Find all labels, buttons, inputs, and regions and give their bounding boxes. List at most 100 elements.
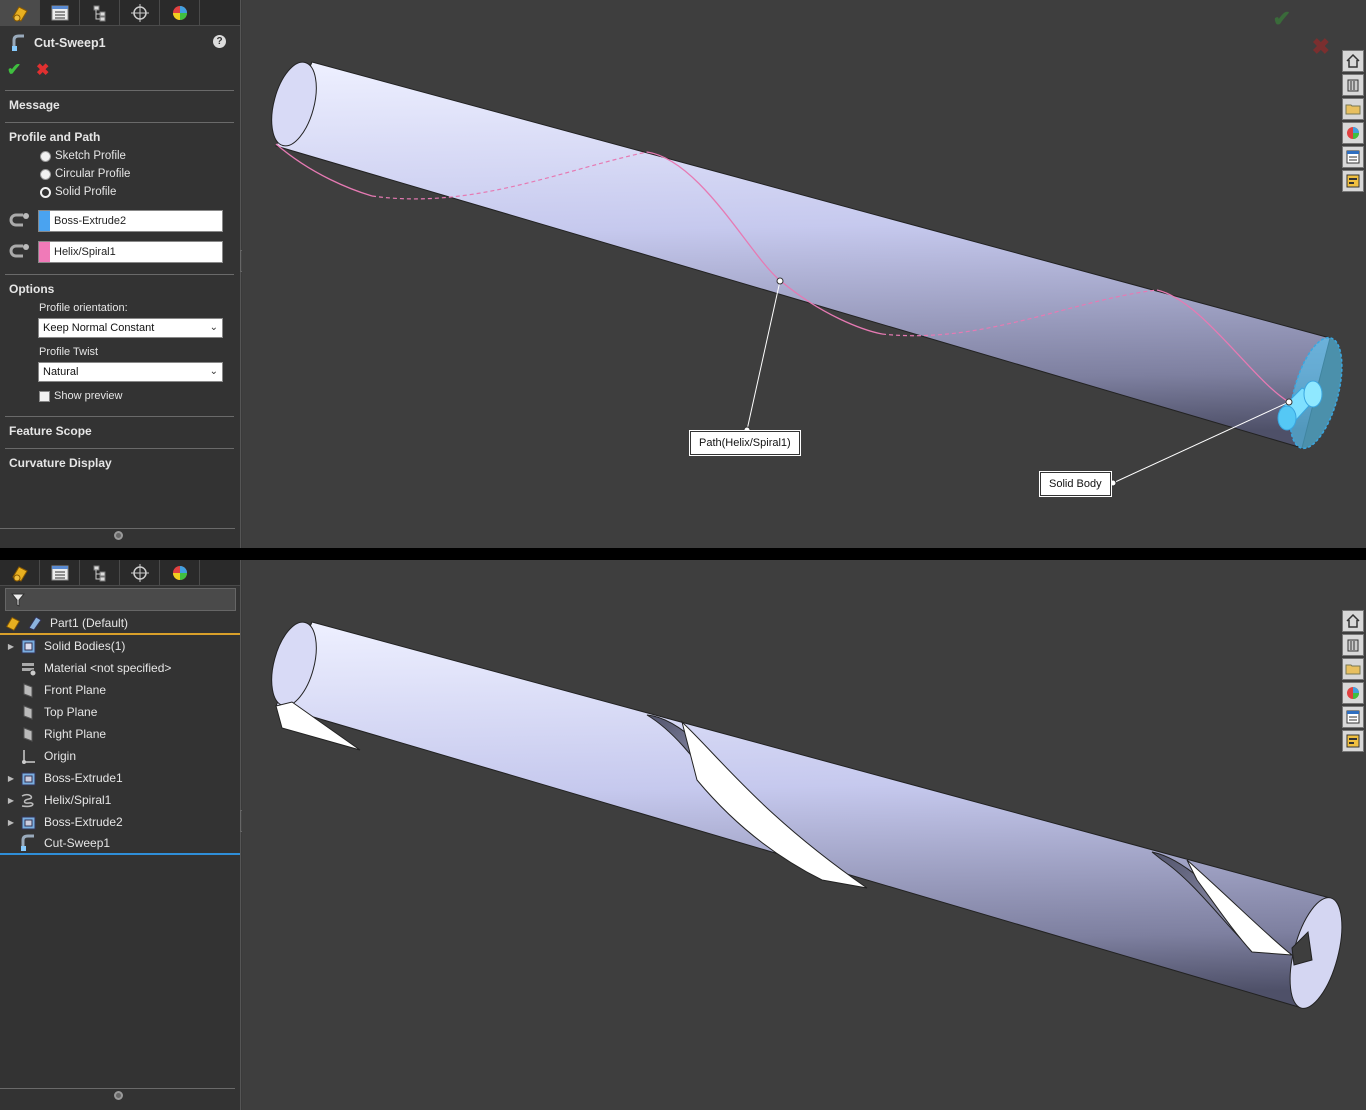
radio-button[interactable] (40, 168, 51, 180)
graphics-viewport-bottom[interactable] (242, 560, 1366, 1110)
tab-property-manager[interactable] (40, 560, 80, 586)
callout-path[interactable]: Path(Helix/Spiral1) (689, 430, 801, 456)
show-preview-option[interactable]: Show preview (39, 390, 122, 402)
solidworks-forum-button[interactable] (1342, 730, 1364, 752)
expand-arrow-icon[interactable]: ▶ (4, 796, 18, 805)
appearances-button[interactable] (1342, 122, 1364, 144)
profile-twist-dropdown[interactable]: Natural ⌄ (38, 362, 223, 382)
tree-root-part[interactable]: Part1 (Default) (0, 613, 240, 635)
configuration-manager-icon (93, 565, 105, 582)
forum-icon (1346, 734, 1360, 748)
callout-anchor (1109, 479, 1117, 487)
file-explorer-button[interactable] (1342, 98, 1364, 120)
tab-dimxpert-manager[interactable] (120, 0, 160, 26)
cancel-button[interactable]: ✖ (36, 60, 49, 80)
tab-feature-manager[interactable] (0, 0, 40, 26)
expand-arrow-icon[interactable]: ▶ (4, 642, 18, 651)
callout-solid-body[interactable]: Solid Body (1039, 471, 1112, 497)
tree-item-label: Right Plane (44, 727, 107, 741)
pm-title-text: Cut-Sweep1 (34, 36, 106, 50)
path-selection-box[interactable]: Helix/Spiral1 (38, 241, 223, 263)
tree-item-label: Origin (44, 749, 77, 763)
radio-circular-profile[interactable]: Circular Profile (40, 168, 130, 180)
tree-item-label: Solid Bodies(1) (44, 639, 126, 653)
tree-item[interactable]: Right Plane (0, 723, 240, 745)
origin-icon (18, 747, 38, 765)
tab-display-manager[interactable] (160, 560, 200, 586)
tree-item[interactable]: Front Plane (0, 679, 240, 701)
tab-configuration-manager[interactable] (80, 0, 120, 26)
expand-arrow-icon[interactable]: ▶ (4, 774, 18, 783)
path-selection-icon (9, 244, 29, 258)
solid-bodies-icon (18, 637, 38, 655)
custom-properties-button[interactable] (1342, 706, 1364, 728)
radio-button[interactable] (40, 150, 51, 162)
show-preview-checkbox[interactable] (39, 390, 50, 402)
sweep-preview-scene (264, 57, 1343, 487)
file-explorer-button[interactable] (1342, 658, 1364, 680)
task-pane-toolbar (1342, 50, 1364, 192)
section-feature-scope[interactable]: Feature Scope (9, 424, 92, 438)
cylinder-body[interactable] (264, 617, 1331, 1009)
profile-orientation-value: Keep Normal Constant (43, 322, 155, 334)
tree-item[interactable]: ▶ Boss-Extrude1 (0, 767, 240, 789)
profile-color-swatch (39, 211, 50, 231)
tab-display-manager[interactable] (160, 0, 200, 26)
section-options[interactable]: Options (9, 282, 54, 296)
part-icon (28, 616, 42, 631)
profile-orientation-dropdown[interactable]: Keep Normal Constant ⌄ (38, 318, 223, 338)
home-button[interactable] (1342, 610, 1364, 632)
helix-icon (18, 791, 38, 809)
section-message[interactable]: Message (9, 98, 60, 112)
section-curvature-display[interactable]: Curvature Display (9, 456, 112, 470)
home-button[interactable] (1342, 50, 1364, 72)
profile-twist-value: Natural (43, 366, 79, 378)
custom-properties-button[interactable] (1342, 146, 1364, 168)
radio-label: Sketch Profile (55, 150, 126, 162)
divider (5, 90, 234, 91)
pm-title: Cut-Sweep1 (10, 34, 106, 52)
tab-configuration-manager[interactable] (80, 560, 120, 586)
tab-dimxpert-manager[interactable] (120, 560, 160, 586)
design-library-button[interactable] (1342, 74, 1364, 96)
radio-button-selected[interactable] (40, 186, 51, 198)
help-icon[interactable]: ? (213, 35, 226, 48)
appearances-button[interactable] (1342, 682, 1364, 704)
section-profile-and-path[interactable]: Profile and Path (9, 130, 100, 144)
show-preview-label: Show preview (54, 390, 123, 402)
radio-sketch-profile[interactable]: Sketch Profile (40, 150, 126, 162)
tree-item[interactable]: ▶ Boss-Extrude2 (0, 811, 240, 833)
resize-handle[interactable] (114, 531, 123, 540)
tab-feature-manager[interactable] (0, 560, 40, 586)
filter-icon (10, 593, 26, 607)
tree-item[interactable]: Origin (0, 745, 240, 767)
feature-manager-panel: Part1 (Default) ▶ Solid Bodies(1) Material… (0, 560, 241, 1110)
tree-root-label: Part1 (Default) (50, 616, 129, 630)
property-manager-panel: Cut-Sweep1 ? ✔ ✖ Message Profile and Pat… (0, 0, 241, 548)
confirm-cancel-icon[interactable]: ✖ (1312, 34, 1330, 60)
resize-handle[interactable] (114, 1091, 123, 1100)
tree-item[interactable]: Cut-Sweep1 (0, 833, 240, 855)
library-icon (1347, 79, 1359, 92)
tree-item[interactable]: ▶ Helix/Spiral1 (0, 789, 240, 811)
profile-twist-label: Profile Twist (39, 346, 99, 358)
solidworks-forum-button[interactable] (1342, 170, 1364, 192)
tree-item[interactable]: Material <not specified> (0, 657, 240, 679)
profile-selection-box[interactable]: Boss-Extrude2 (38, 210, 223, 232)
tab-property-manager[interactable] (40, 0, 80, 26)
ok-button[interactable]: ✔ (7, 60, 21, 80)
graphics-viewport-top[interactable]: Path(Helix/Spiral1) Solid Body ✔ ✖ (242, 0, 1366, 548)
sweep-icon (12, 34, 24, 51)
design-library-button[interactable] (1342, 634, 1364, 656)
feature-tree: Part1 (Default) ▶ Solid Bodies(1) Material… (0, 613, 240, 855)
tree-filter-input[interactable] (5, 588, 236, 611)
radio-solid-profile[interactable]: Solid Profile (40, 186, 116, 198)
path-color-swatch (39, 242, 50, 262)
cylinder-body[interactable] (264, 57, 1331, 449)
property-manager-icon (51, 5, 68, 21)
tree-item[interactable]: Top Plane (0, 701, 240, 723)
expand-arrow-icon[interactable]: ▶ (4, 818, 18, 827)
tree-item[interactable]: ▶ Solid Bodies(1) (0, 635, 240, 657)
home-icon (1346, 613, 1360, 628)
confirm-ok-icon[interactable]: ✔ (1273, 6, 1291, 32)
